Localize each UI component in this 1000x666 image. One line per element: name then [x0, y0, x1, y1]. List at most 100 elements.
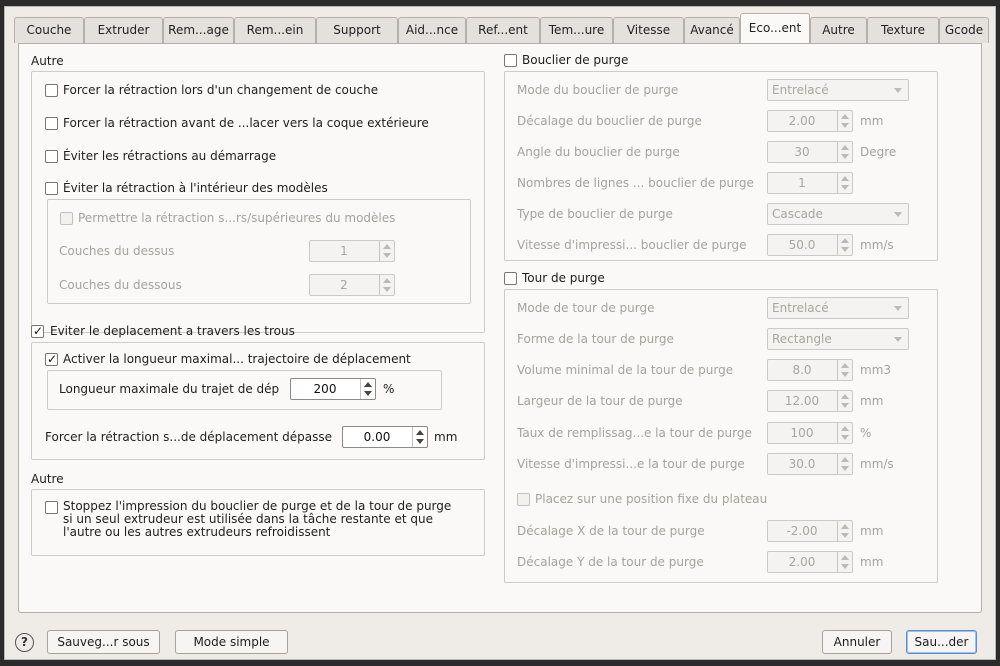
checkmark-icon: ✓	[47, 352, 58, 366]
tower-x-offset-spinbox[interactable]: -2.00	[767, 520, 853, 542]
spin-arrows-icon[interactable]	[360, 379, 375, 399]
shield-lines-value: 1	[798, 176, 806, 190]
tab-autre[interactable]: Autre	[810, 17, 867, 43]
force-outer-retract-checkbox[interactable]	[45, 117, 58, 130]
tab-tem-ure[interactable]: Tem...ure	[540, 17, 613, 43]
tower-fixed-pos-checkbox[interactable]	[517, 493, 530, 506]
spin-arrows-icon[interactable]	[837, 173, 852, 193]
avoid-start-retract-label: Éviter les rétractions au démarrage	[63, 149, 277, 163]
spin-arrows-icon[interactable]	[837, 235, 852, 255]
shield-mode-dropdown[interactable]: Entrelacé	[767, 79, 909, 101]
tower-width-spinbox[interactable]: 12.00	[767, 390, 853, 412]
force-layer-retract-checkbox[interactable]	[45, 84, 58, 97]
spin-arrows-icon[interactable]	[837, 552, 852, 572]
shield-offset-spinbox[interactable]: 2.00	[767, 110, 853, 132]
shield-lines-label: Nombres de lignes ... bouclier de purge	[517, 176, 754, 190]
tab-ref-ent[interactable]: Ref...ent	[466, 17, 540, 43]
tower-x-offset-value: -2.00	[786, 524, 818, 538]
tower-label: Tour de purge	[522, 271, 605, 285]
tab-content-panel: Autre Forcer la rétraction lors d'un cha…	[18, 43, 982, 613]
tab-avanc[interactable]: Avancé	[684, 17, 740, 43]
shield-type-dropdown[interactable]: Cascade	[767, 203, 909, 225]
shield-speed-spinbox[interactable]: 50.0	[767, 234, 853, 256]
allow-top-bottom-checkbox[interactable]	[60, 212, 73, 225]
tower-mode-dropdown[interactable]: Entrelacé	[767, 297, 909, 319]
spin-arrows-icon[interactable]	[837, 521, 852, 541]
tower-width-unit: mm	[860, 394, 884, 408]
checkmark-icon: ✓	[33, 324, 44, 338]
shield-speed-label: Vitesse d'impressi... bouclier de purge	[517, 238, 747, 252]
tower-shape-value: Rectangle	[772, 332, 832, 346]
spin-arrows-icon[interactable]	[837, 142, 852, 162]
tower-x-offset-unit: mm	[860, 524, 884, 538]
force-outer-retract-label: Forcer la rétraction avant de ...lacer v…	[63, 116, 429, 130]
tower-shape-dropdown[interactable]: Rectangle	[767, 328, 909, 350]
tab-rem-age[interactable]: Rem...age	[163, 17, 234, 43]
bottom-layers-label: Couches du dessous	[59, 278, 182, 292]
tab-texture[interactable]: Texture	[867, 17, 939, 43]
avoid-holes-checkbox[interactable]: ✓	[31, 324, 44, 338]
tower-min-volume-value: 8.0	[792, 363, 812, 377]
tab-vitesse[interactable]: Vitesse	[613, 17, 684, 43]
force-retract-travel-label: Forcer la rétraction s...de déplacement …	[45, 430, 333, 444]
spin-arrows-icon[interactable]	[379, 241, 394, 261]
spin-arrows-icon[interactable]	[837, 360, 852, 380]
tower-y-offset-spinbox[interactable]: 2.00	[767, 551, 853, 573]
tab-eco-ent[interactable]: Eco...ent	[740, 13, 810, 43]
tab-rem-ein[interactable]: Rem...ein	[234, 17, 316, 43]
save-as-button[interactable]: Sauveg...r sous	[47, 630, 160, 654]
shield-angle-spinbox[interactable]: 30	[767, 141, 853, 163]
save-button[interactable]: Sau...der	[906, 630, 977, 654]
tower-speed-unit: mm/s	[860, 457, 894, 471]
top-layers-spinbox[interactable]: 1	[309, 240, 395, 262]
cancel-button[interactable]: Annuler	[822, 630, 892, 654]
spin-arrows-icon[interactable]	[379, 275, 394, 295]
chevron-down-icon	[894, 337, 902, 342]
shield-lines-spinbox[interactable]: 1	[767, 172, 853, 194]
tower-y-offset-unit: mm	[860, 555, 884, 569]
shield-angle-value: 30	[794, 145, 810, 159]
tower-infill-spinbox[interactable]: 100	[767, 422, 853, 444]
tower-width-value: 12.00	[784, 394, 820, 408]
force-retract-travel-unit: mm	[434, 430, 458, 444]
help-icon[interactable]: ?	[15, 633, 34, 652]
tab-gcode[interactable]: Gcode	[939, 17, 989, 43]
avoid-inside-retract-label: Éviter la rétraction à l'intérieur des m…	[63, 181, 328, 195]
stop-shield-checkbox[interactable]	[45, 501, 58, 514]
simple-mode-button[interactable]: Mode simple	[175, 630, 288, 654]
avoid-inside-retract-checkbox[interactable]	[45, 182, 58, 195]
tower-speed-label: Vitesse d'impressi...e la tour de purge	[517, 457, 745, 471]
tower-x-offset-label: Décalage X de la tour de purge	[517, 524, 705, 538]
tab-support[interactable]: Support	[316, 17, 398, 43]
spin-arrows-icon[interactable]	[837, 111, 852, 131]
spin-arrows-icon[interactable]	[837, 391, 852, 411]
top-layers-value: 1	[340, 244, 348, 258]
tab-aid-nce[interactable]: Aid...nce	[398, 17, 466, 43]
tower-mode-value: Entrelacé	[772, 301, 829, 315]
force-retract-travel-spinbox[interactable]: 0.00	[342, 426, 428, 448]
shield-offset-unit: mm	[860, 114, 884, 128]
tower-mode-label: Mode de tour de purge	[517, 301, 655, 315]
shield-speed-value: 50.0	[788, 238, 816, 252]
shield-offset-label: Décalage du bouclier de purge	[517, 114, 702, 128]
tower-fixed-pos-label: Placez sur une position fixe du plateau	[535, 492, 768, 506]
tab-couche[interactable]: Couche	[14, 17, 84, 43]
spin-arrows-icon[interactable]	[837, 423, 852, 443]
tab-extruder[interactable]: Extruder	[84, 17, 163, 43]
tower-min-volume-label: Volume minimal de la tour de purge	[517, 363, 734, 377]
tower-min-volume-spinbox[interactable]: 8.0	[767, 359, 853, 381]
stop-shield-label: Stoppez l'impression du bouclier de purg…	[63, 499, 452, 539]
shield-checkbox[interactable]	[504, 54, 517, 67]
bottom-layers-spinbox[interactable]: 2	[309, 274, 395, 296]
spin-arrows-icon[interactable]	[412, 427, 427, 447]
tower-speed-spinbox[interactable]: 30.0	[767, 453, 853, 475]
tower-infill-label: Taux de remplissag...e la tour de purge	[517, 426, 752, 440]
chevron-down-icon	[894, 212, 902, 217]
spin-arrows-icon[interactable]	[837, 454, 852, 474]
avoid-start-retract-checkbox[interactable]	[45, 150, 58, 163]
max-travel-length-spinbox[interactable]: 200	[290, 378, 376, 400]
max-travel-enable-checkbox[interactable]: ✓	[45, 352, 58, 366]
tower-checkbox[interactable]	[504, 272, 517, 285]
shield-label: Bouclier de purge	[522, 53, 629, 67]
shield-type-label: Type de bouclier de purge	[517, 207, 673, 221]
